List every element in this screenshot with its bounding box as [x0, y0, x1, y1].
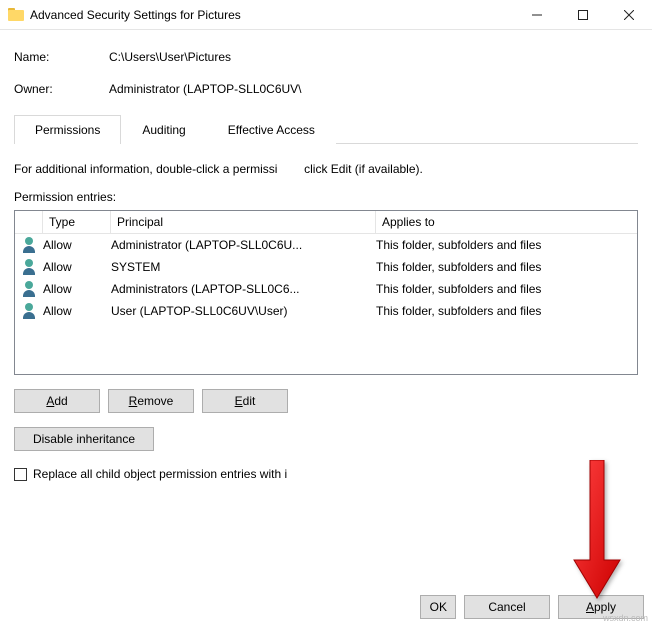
cell-applies: This folder, subfolders and files [376, 260, 637, 274]
cell-type: Allow [43, 238, 111, 252]
tab-effective-access[interactable]: Effective Access [207, 115, 336, 144]
cell-applies: This folder, subfolders and files [376, 238, 637, 252]
cell-type: Allow [43, 304, 111, 318]
owner-row: Owner: Administrator (LAPTOP-SLL0C6UV\ [14, 82, 638, 96]
name-row: Name: C:\Users\User\Pictures [14, 50, 638, 64]
tab-strip: Permissions Auditing Effective Access [14, 114, 638, 144]
user-icon [21, 237, 37, 253]
tab-auditing[interactable]: Auditing [121, 115, 206, 144]
permission-table: Type Principal Applies to Allow Administ… [14, 210, 638, 375]
col-applies[interactable]: Applies to [376, 211, 637, 233]
cell-principal: User (LAPTOP-SLL0C6UV\User) [111, 304, 376, 318]
window-title: Advanced Security Settings for Pictures [30, 8, 241, 22]
entry-buttons: Add Remove Edit [14, 389, 638, 413]
add-button[interactable]: Add [14, 389, 100, 413]
window-controls [514, 0, 652, 30]
cell-type: Allow [43, 260, 111, 274]
user-icon [21, 259, 37, 275]
close-button[interactable] [606, 0, 652, 30]
replace-checkbox-label: Replace all child object permission entr… [33, 467, 287, 481]
col-principal[interactable]: Principal [111, 211, 376, 233]
cell-principal: SYSTEM [111, 260, 376, 274]
col-type[interactable]: Type [43, 211, 111, 233]
table-row[interactable]: Allow Administrator (LAPTOP-SLL0C6U... T… [15, 234, 637, 256]
info-text: For additional information, double-click… [14, 162, 638, 176]
watermark: wsxdn.com [603, 613, 648, 623]
disable-inheritance-button[interactable]: Disable inheritance [14, 427, 154, 451]
remove-button[interactable]: Remove [108, 389, 194, 413]
title-bar: Advanced Security Settings for Pictures [0, 0, 652, 30]
tab-permissions[interactable]: Permissions [14, 115, 121, 144]
table-row[interactable]: Allow Administrators (LAPTOP-SLL0C6... T… [15, 278, 637, 300]
col-spacer [15, 211, 43, 233]
user-icon [21, 281, 37, 297]
table-body: Allow Administrator (LAPTOP-SLL0C6U... T… [15, 234, 637, 374]
name-label: Name: [14, 50, 109, 64]
cell-principal: Administrators (LAPTOP-SLL0C6... [111, 282, 376, 296]
minimize-button[interactable] [514, 0, 560, 30]
edit-button[interactable]: Edit [202, 389, 288, 413]
replace-checkbox-row[interactable]: Replace all child object permission entr… [14, 467, 638, 481]
folder-icon [8, 8, 24, 21]
table-row[interactable]: Allow User (LAPTOP-SLL0C6UV\User) This f… [15, 300, 637, 322]
inheritance-row: Disable inheritance [14, 427, 638, 451]
user-icon [21, 303, 37, 319]
owner-label: Owner: [14, 82, 109, 96]
cell-principal: Administrator (LAPTOP-SLL0C6U... [111, 238, 376, 252]
entries-label: Permission entries: [14, 190, 638, 204]
cancel-button[interactable]: Cancel [464, 595, 550, 619]
cell-applies: This folder, subfolders and files [376, 282, 637, 296]
table-row[interactable]: Allow SYSTEM This folder, subfolders and… [15, 256, 637, 278]
owner-value: Administrator (LAPTOP-SLL0C6UV\ [109, 82, 302, 96]
cell-applies: This folder, subfolders and files [376, 304, 637, 318]
content-area: Name: C:\Users\User\Pictures Owner: Admi… [0, 30, 652, 481]
cell-type: Allow [43, 282, 111, 296]
annotation-arrow [572, 460, 622, 605]
table-header: Type Principal Applies to [15, 211, 637, 234]
checkbox-icon[interactable] [14, 468, 27, 481]
ok-button[interactable]: OK [420, 595, 456, 619]
name-value: C:\Users\User\Pictures [109, 50, 231, 64]
maximize-button[interactable] [560, 0, 606, 30]
